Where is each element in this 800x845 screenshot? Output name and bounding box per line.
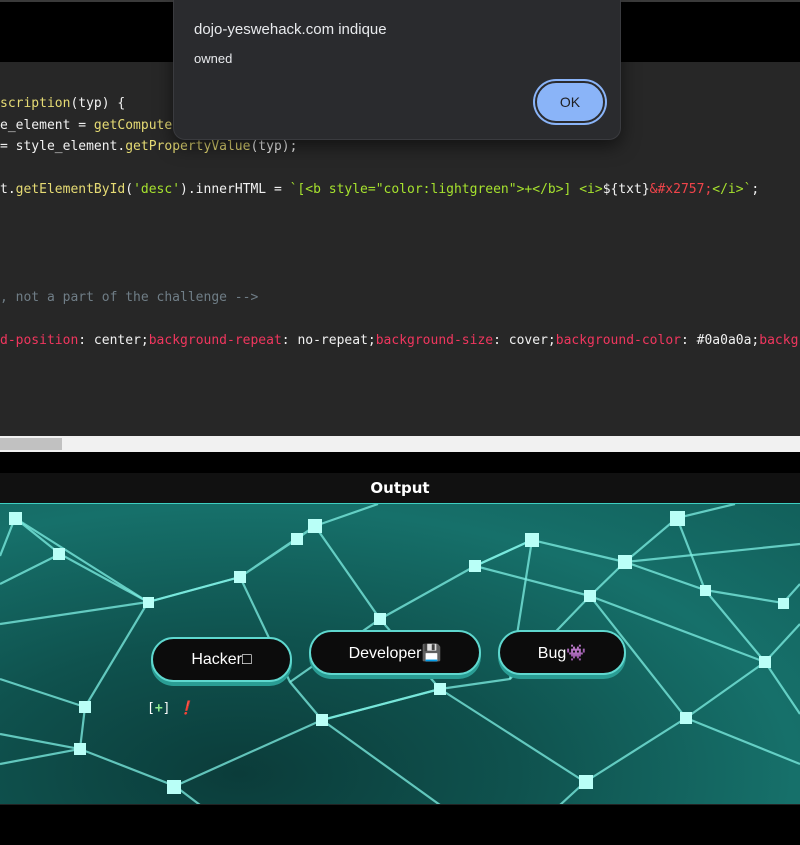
- code-line: = style_element.getPropertyValue(typ);: [0, 139, 297, 155]
- code-token: background-size: [375, 333, 494, 348]
- code-token: scription: [0, 96, 71, 111]
- code-token: `[<b style="color:lightgreen">+</b>] <i>: [289, 182, 603, 197]
- code-token: getCompute: [93, 118, 173, 133]
- exclamation-icon: ❗: [178, 701, 195, 716]
- code-token: ;: [751, 182, 760, 197]
- code-token: , not a part of the challenge -->: [0, 290, 259, 305]
- bottom-bar: [0, 804, 800, 845]
- code-token: 'desc': [133, 182, 181, 197]
- code-token: (: [125, 182, 134, 197]
- desc-bracket-close: ]: [162, 701, 179, 716]
- code-token: : no-repeat;: [281, 333, 376, 348]
- code-token: : cover;: [493, 333, 556, 348]
- code-token: : #0a0a0a;: [680, 333, 760, 348]
- code-token: getElementById: [15, 182, 126, 197]
- code-token: &#x2757;: [649, 182, 713, 197]
- dialog-message: owned: [194, 51, 233, 66]
- desc-plus: +: [154, 701, 163, 716]
- horizontal-scrollbar[interactable]: [0, 436, 800, 452]
- dialog-title: dojo-yeswehack.com indique: [194, 21, 387, 38]
- code-token: e_element =: [0, 118, 94, 133]
- hacker-button[interactable]: Hacker□: [151, 637, 292, 682]
- developer-button[interactable]: Developer💾: [309, 630, 481, 675]
- code-token: ${txt}: [602, 182, 650, 197]
- code-line: d-position: center;background-repeat: no…: [0, 333, 800, 349]
- code-token: (typ) {: [70, 96, 126, 111]
- code-token: : center;: [78, 333, 149, 348]
- code-token: d-position: [0, 333, 79, 348]
- code-line: scription(typ) {: [0, 96, 125, 112]
- code-token: ).innerHTML =: [180, 182, 290, 197]
- bug-button-label: Bug👾: [537, 644, 587, 662]
- code-token: t.: [0, 182, 16, 197]
- code-line: e_element = getCompute: [0, 118, 172, 134]
- output-title: Output: [370, 479, 430, 497]
- panel-separator: [0, 452, 800, 473]
- code-token: </i>`: [712, 182, 752, 197]
- output-header: Output: [0, 473, 800, 503]
- desc-bracket-open: [: [147, 701, 155, 716]
- code-token: (typ);: [250, 139, 298, 154]
- code-token: background-color: [555, 333, 681, 348]
- ok-button[interactable]: OK: [535, 81, 605, 123]
- scrollbar-thumb[interactable]: [0, 438, 62, 450]
- hacker-button-label: Hacker□: [191, 650, 252, 668]
- code-token: = style_element.: [0, 139, 126, 154]
- developer-button-label: Developer💾: [348, 644, 442, 662]
- code-token: getPropertyValue: [125, 139, 251, 154]
- code-line: , not a part of the challenge -->: [0, 290, 258, 306]
- code-line: t.getElementById('desc').innerHTML = `[<…: [0, 182, 759, 198]
- alert-dialog: dojo-yeswehack.com indique owned OK: [173, 0, 621, 140]
- description-text: [+] ❗: [147, 701, 195, 716]
- code-token: background-repeat: [148, 333, 282, 348]
- code-token: backgr: [759, 333, 800, 348]
- bug-button[interactable]: Bug👾: [498, 630, 626, 675]
